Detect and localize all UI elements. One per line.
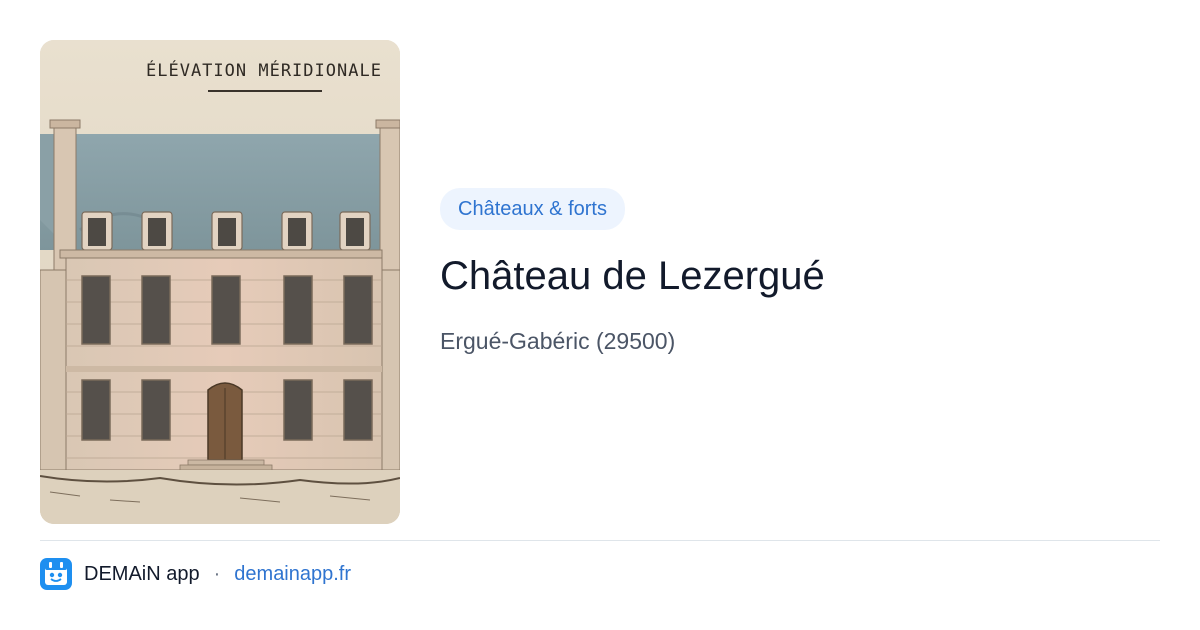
category-chip[interactable]: Châteaux & forts bbox=[440, 188, 625, 230]
site-link[interactable]: demainapp.fr bbox=[234, 563, 351, 586]
share-card: ÉLÉVATION MÉRIDIONALE Châteaux & forts C… bbox=[0, 0, 1200, 630]
footer-divider bbox=[40, 540, 1160, 541]
drawing-caption: ÉLÉVATION MÉRIDIONALE bbox=[146, 59, 382, 81]
demain-app-logo-icon bbox=[40, 558, 72, 590]
footer: DEMAiN app · demainapp.fr bbox=[40, 558, 351, 590]
footer-separator: · bbox=[213, 562, 221, 585]
place-location: Ergué-Gabéric (29500) bbox=[440, 328, 676, 354]
app-name: DEMAiN app bbox=[84, 562, 200, 585]
place-info: Châteaux & forts Château de Lezergué Erg… bbox=[440, 188, 1160, 356]
place-title: Château de Lezergué bbox=[440, 254, 825, 298]
chateau-elevation-drawing: ÉLÉVATION MÉRIDIONALE bbox=[40, 40, 400, 524]
